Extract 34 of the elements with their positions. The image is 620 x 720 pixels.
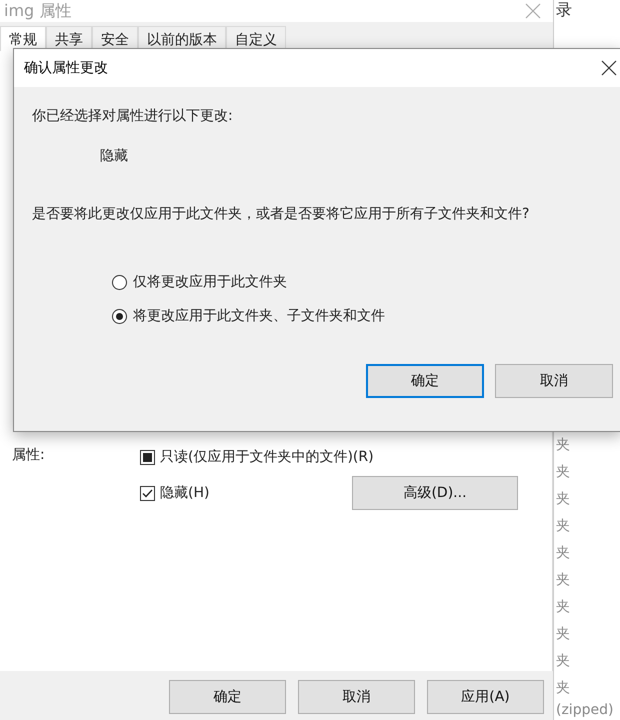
close-icon[interactable] (601, 60, 617, 76)
advanced-button[interactable]: 高级(D)... (352, 476, 518, 510)
list-item-text: 夹 (556, 463, 571, 482)
list-item-text: 夹 (556, 571, 571, 590)
dialog-button[interactable]: 确定 (366, 364, 484, 398)
list-item-text: 夹 (556, 436, 571, 455)
list-item-text: 夹 (556, 652, 571, 671)
list-item-text: 夹 (556, 679, 571, 698)
list-item-text: 夹 (556, 625, 571, 644)
list-item-text: (zipped) (556, 702, 614, 719)
dialog-button[interactable]: 取消 (298, 680, 415, 714)
list-item-text: 夹 (556, 544, 571, 563)
checkbox-label[interactable]: 只读(仅应用于文件夹中的文件)(R) (160, 448, 374, 466)
radio-button[interactable] (112, 274, 127, 290)
change-text: 隐藏 (100, 147, 129, 165)
list-item-text: 夹 (556, 517, 571, 536)
checkbox[interactable] (140, 486, 155, 500)
checkbox-label[interactable]: 隐藏(H) (160, 484, 210, 502)
header-text: 录 (556, 0, 573, 21)
dialog-button[interactable]: 确定 (169, 680, 286, 714)
window-title: img 属性 (4, 0, 72, 22)
radio-button[interactable] (112, 308, 127, 324)
dialog-button[interactable]: 取消 (495, 364, 613, 398)
intro-text: 你已经选择对属性进行以下更改: (32, 107, 234, 125)
radio-label[interactable]: 仅将更改应用于此文件夹 (133, 273, 287, 291)
checkbox[interactable] (140, 450, 155, 464)
list-item-text: 夹 (556, 598, 571, 617)
list-item-text: 夹 (556, 490, 571, 509)
dialog-button[interactable]: 应用(A) (427, 680, 544, 714)
question-text: 是否要将此更改仅应用于此文件夹，或者是否要将它应用于所有子文件夹和文件? (32, 205, 530, 223)
tab[interactable]: 常规 (0, 26, 46, 51)
attributes-label: 属性: (12, 446, 46, 465)
dialog-title: 确认属性更改 (24, 59, 108, 77)
radio-label[interactable]: 将更改应用于此文件夹、子文件夹和文件 (133, 307, 385, 325)
